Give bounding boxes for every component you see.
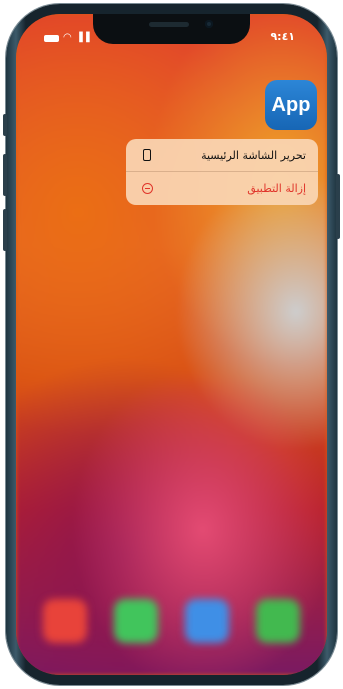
side-button [336,174,340,239]
dock [30,589,313,653]
volume-down-button [3,209,7,251]
battery-icon [44,34,59,42]
menu-item-label: تحرير الشاشة الرئيسية [201,148,306,162]
menu-item-remove-app[interactable]: إزالة التطبيق [126,172,318,205]
menu-item-label: إزالة التطبيق [247,182,306,195]
signal-icon: ▐▐ [75,33,90,43]
music-app-icon[interactable] [255,599,300,643]
speaker-grille [149,22,189,27]
wifi-icon: ◠ [63,32,72,43]
minus-circle-icon [138,183,156,194]
menu-item-edit-home-screen[interactable]: تحرير الشاشة الرئيسية [126,139,318,172]
status-time: ٩:٤١ [270,30,295,43]
mute-switch [3,114,7,136]
context-menu: تحرير الشاشة الرئيسية إزالة التطبيق [126,139,318,205]
app-icon[interactable]: App [265,80,317,130]
home-screen: ◠ ▐▐ ٩:٤١ App تحرير الشاشة الرئيسية إزال… [16,14,327,675]
phone-app-icon[interactable] [43,599,88,643]
app-icon-label: App [271,93,311,116]
phone-screen-icon [138,149,156,161]
safari-app-icon[interactable] [184,599,229,643]
messages-app-icon[interactable] [114,599,159,643]
status-bar-left: ◠ ▐▐ [44,33,90,43]
volume-up-button [3,154,7,196]
iphone-frame: ◠ ▐▐ ٩:٤١ App تحرير الشاشة الرئيسية إزال… [3,4,340,685]
notch [93,14,250,44]
front-camera-icon [205,20,213,28]
